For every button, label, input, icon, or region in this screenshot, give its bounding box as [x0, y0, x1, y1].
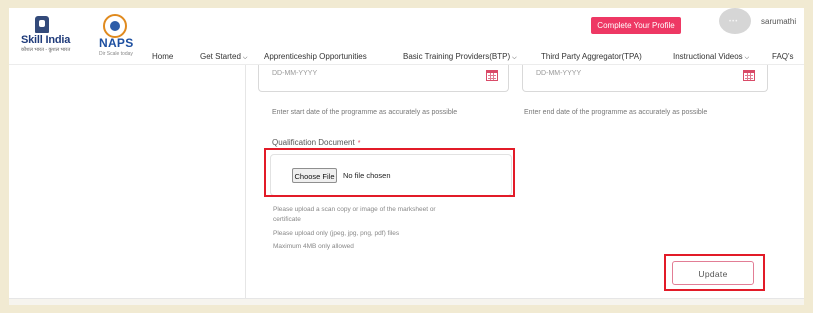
- upload-note-file-types: Please upload only (jpeg, jpg, png, pdf)…: [273, 230, 400, 237]
- left-panel: [9, 65, 246, 305]
- start-date-placeholder: DD-MM-YYYY: [272, 70, 318, 77]
- nav-item-third-party-aggregator[interactable]: Third Party Aggregator(TPA): [541, 52, 642, 61]
- main-nav: Home Get Started ⌵ Apprenticeship Opportu…: [9, 52, 804, 62]
- nav-item-faqs[interactable]: FAQ's: [772, 52, 794, 61]
- chevron-down-icon: ⌵: [744, 55, 750, 61]
- nav-item-get-started[interactable]: Get Started ⌵: [200, 52, 247, 62]
- skill-india-emblem-icon: [35, 16, 49, 33]
- nav-item-label: Get Started: [200, 52, 241, 61]
- nav-item-label: Home: [152, 52, 174, 61]
- skill-india-logo-text: Skill India: [21, 34, 71, 46]
- qualification-label-text: Qualification Document: [272, 138, 355, 147]
- nav-item-label: Apprenticeship Opportunities: [264, 52, 367, 61]
- upload-note-line-1: Please upload a scan copy or image of th…: [273, 206, 436, 213]
- end-date-placeholder: DD-MM-YYYY: [536, 70, 582, 77]
- nav-item-apprenticeship-opportunities[interactable]: Apprenticeship Opportunities: [264, 52, 367, 61]
- chevron-down-icon: ⌵: [512, 55, 517, 61]
- complete-profile-button[interactable]: Complete Your Profile: [591, 17, 681, 34]
- nav-item-basic-training-providers[interactable]: Basic Training Providers(BTP) ⌵: [403, 52, 517, 62]
- qualification-document-label: Qualification Document *: [272, 138, 360, 147]
- avatar-placeholder-text: •••: [729, 19, 739, 25]
- calendar-icon[interactable]: [486, 70, 498, 81]
- upload-note-max-size: Maximum 4MB only allowed: [273, 243, 354, 250]
- required-marker: *: [357, 140, 361, 147]
- upload-note-line-2: certificate: [273, 216, 301, 223]
- site-header: Skill India कौशल भारत - कुशल भारत NAPS D…: [9, 8, 804, 65]
- calendar-icon[interactable]: [743, 70, 755, 81]
- nav-item-label: FAQ's: [772, 52, 794, 61]
- start-date-hint: Enter start date of the programme as acc…: [272, 109, 458, 116]
- page-frame: Skill India कौशल भारत - कुशल भारत NAPS D…: [9, 8, 804, 305]
- nav-item-instructional-videos[interactable]: Instructional Videos ⌵: [673, 52, 749, 62]
- chevron-down-icon: ⌵: [242, 55, 248, 61]
- nav-item-label: Third Party Aggregator(TPA): [541, 52, 642, 61]
- start-date-input[interactable]: DD-MM-YYYY: [258, 65, 509, 92]
- footer-band: [9, 298, 804, 305]
- end-date-input[interactable]: DD-MM-YYYY: [522, 65, 768, 92]
- file-field-highlight: [264, 148, 515, 197]
- end-date-hint: Enter end date of the programme as accur…: [524, 109, 708, 116]
- naps-logo-text: NAPS: [99, 36, 134, 50]
- nav-item-home[interactable]: Home: [152, 52, 173, 61]
- update-button-highlight: [664, 254, 765, 291]
- nav-item-label: Instructional Videos: [673, 52, 743, 61]
- naps-logo-icon: [103, 14, 127, 38]
- username-label[interactable]: sarumathi: [761, 17, 796, 26]
- nav-item-label: Basic Training Providers(BTP): [403, 52, 511, 61]
